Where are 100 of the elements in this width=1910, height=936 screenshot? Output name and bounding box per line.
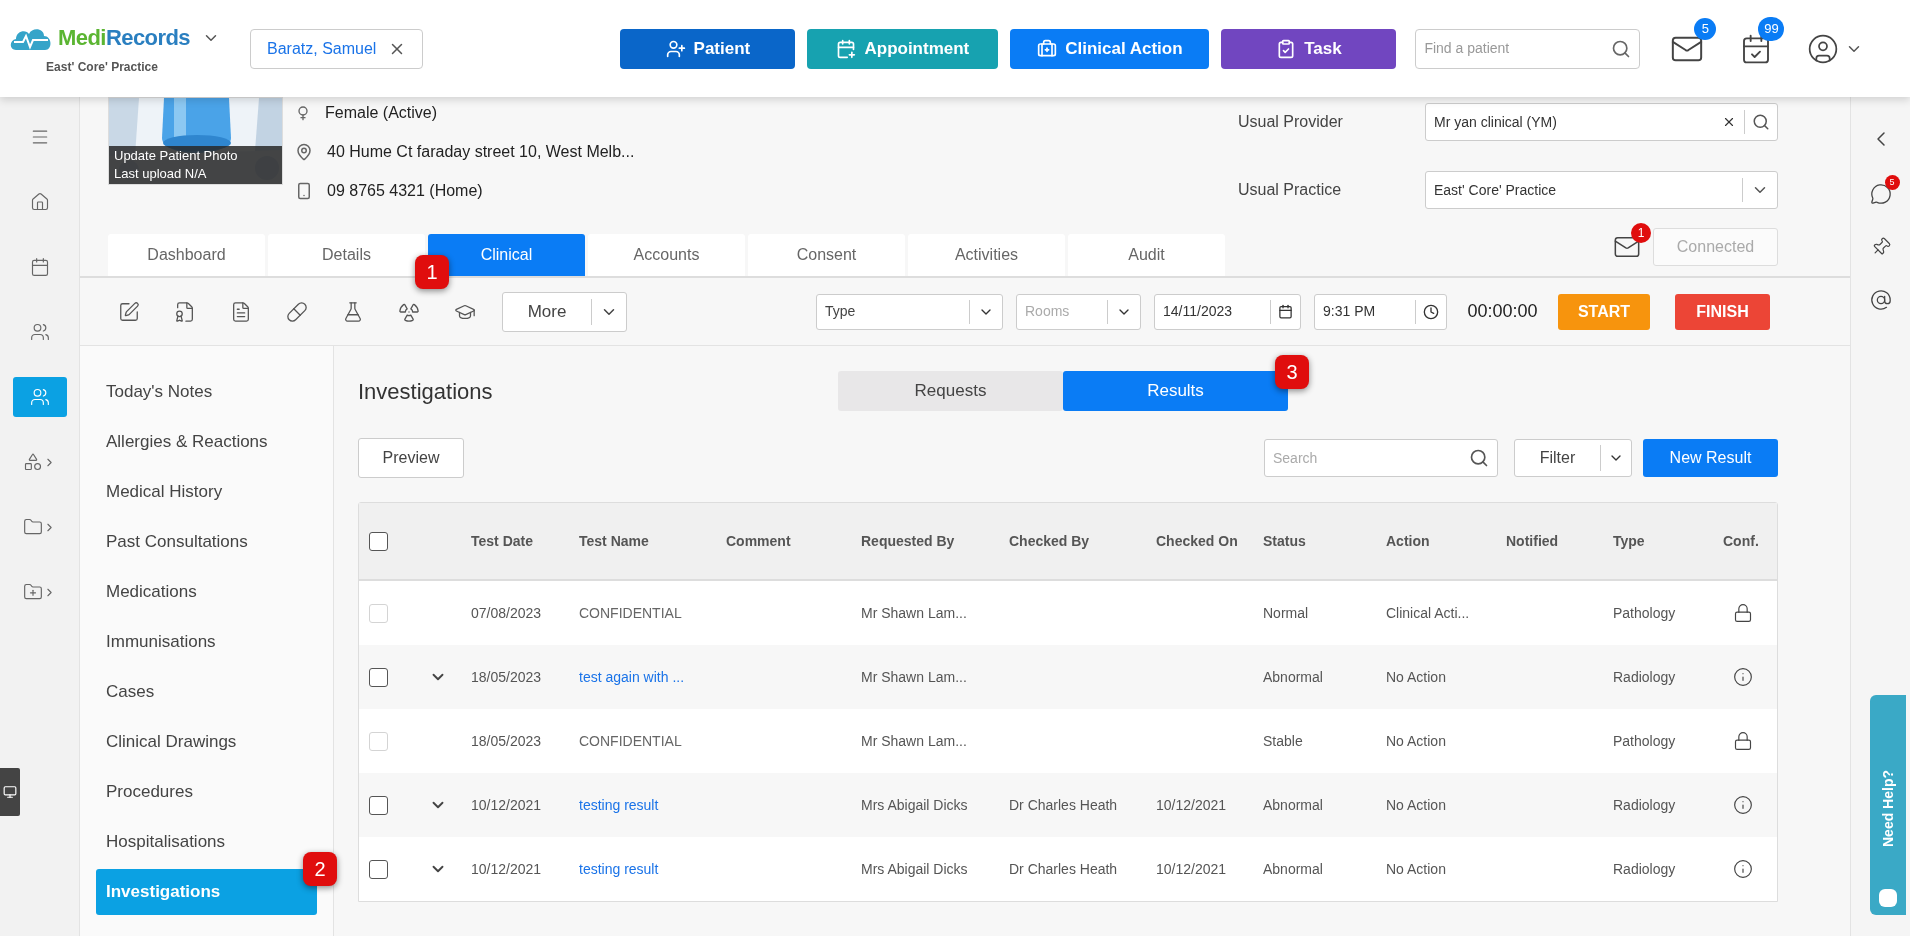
more-button[interactable]: More bbox=[502, 291, 627, 332]
filter-button[interactable]: Filter bbox=[1514, 439, 1632, 477]
field-label: Usual Provider bbox=[1238, 112, 1344, 132]
checkbox[interactable] bbox=[369, 531, 388, 551]
column-header[interactable]: Action bbox=[1386, 532, 1506, 550]
tab[interactable]: Activities bbox=[908, 234, 1065, 276]
tab[interactable]: Dashboard bbox=[108, 234, 265, 276]
tab[interactable]: Audit bbox=[1068, 234, 1225, 276]
edit-note-icon[interactable] bbox=[118, 300, 140, 323]
home-icon bbox=[29, 192, 50, 212]
table-cell-text: 10/12/2021 bbox=[471, 795, 543, 815]
clear-icon[interactable] bbox=[1722, 115, 1736, 129]
callout-badge: 3 bbox=[1275, 355, 1309, 389]
pill-icon[interactable] bbox=[286, 300, 308, 323]
segment-tab[interactable]: Requests bbox=[838, 371, 1063, 411]
column-header[interactable]: Conf. bbox=[1723, 532, 1779, 550]
rail-item[interactable] bbox=[12, 377, 67, 417]
sidebar-item[interactable]: Procedures bbox=[96, 769, 317, 815]
search-icon[interactable] bbox=[1752, 113, 1770, 131]
column-header[interactable]: Checked By bbox=[1009, 532, 1156, 550]
sidebar-item[interactable]: Medications bbox=[96, 569, 317, 615]
new-result-button[interactable]: New Result bbox=[1643, 439, 1778, 477]
table-row[interactable]: 10/12/2021 testing result Mrs Abigail Dicks Dr Charles Heath 10/12/2021 Abnormal No Action Radiology bbox=[359, 773, 1777, 837]
preview-button[interactable]: Preview bbox=[358, 438, 464, 478]
callout-badge: 2 bbox=[303, 852, 337, 886]
action-button[interactable]: Patient bbox=[620, 28, 796, 69]
search-input[interactable]: Find a patient bbox=[1424, 38, 1612, 59]
folder-plus-icon bbox=[23, 582, 43, 602]
patient-name[interactable]: Baratz, Samuel bbox=[267, 36, 377, 61]
column-header[interactable]: Notified bbox=[1506, 532, 1613, 550]
type-select[interactable]: Type bbox=[816, 293, 1003, 330]
calendar-icon[interactable] bbox=[1278, 304, 1293, 319]
sidebar-item[interactable]: Clinical Drawings bbox=[96, 719, 317, 765]
certificate-icon[interactable] bbox=[174, 300, 196, 323]
rooms-placeholder: Rooms bbox=[1025, 302, 1071, 321]
column-header[interactable]: Comment bbox=[726, 532, 861, 550]
side-tab[interactable] bbox=[0, 768, 20, 816]
user-avatar-icon[interactable] bbox=[1807, 32, 1840, 65]
finish-button[interactable]: FINISH bbox=[1675, 293, 1770, 330]
photo-caption[interactable]: Update Patient Photo Last upload N/A bbox=[109, 146, 282, 184]
info-icon[interactable] bbox=[1733, 795, 1753, 815]
patient-chip[interactable]: Baratz, Samuel bbox=[250, 28, 424, 69]
sidebar-item[interactable]: Medical History bbox=[96, 469, 317, 515]
table-cell-text: Radiology bbox=[1613, 667, 1677, 687]
column-header[interactable]: Checked On bbox=[1156, 532, 1263, 550]
sidebar-item[interactable]: Immunisations bbox=[96, 619, 317, 665]
user-plus-icon bbox=[665, 38, 686, 59]
action-button[interactable]: Clinical Action bbox=[1010, 28, 1210, 69]
info-icon[interactable] bbox=[1733, 859, 1753, 879]
filter-label[interactable]: Filter bbox=[1515, 446, 1600, 470]
phone-icon bbox=[295, 182, 313, 200]
search-icon[interactable] bbox=[1469, 448, 1489, 468]
field-label: Usual Practice bbox=[1238, 180, 1343, 200]
clipboard-icon bbox=[1276, 38, 1297, 59]
table-cell: Dr Charles Heath bbox=[1009, 796, 1118, 813]
column-header[interactable]: Status bbox=[1263, 532, 1386, 550]
practice-select[interactable]: East' Core' Practice bbox=[1425, 171, 1778, 209]
tab[interactable]: Accounts bbox=[588, 234, 745, 276]
clock-icon[interactable] bbox=[1423, 303, 1439, 320]
table-cell-text: No Action bbox=[1386, 795, 1447, 815]
search-field[interactable]: Find a patient bbox=[1415, 28, 1641, 69]
sidebar-item[interactable]: Today's Notes bbox=[96, 369, 317, 415]
table-cell-text: CONFIDENTIAL bbox=[579, 731, 683, 751]
segment-tab[interactable]: Results bbox=[1063, 371, 1288, 411]
calendar-icon bbox=[29, 257, 50, 277]
flask-icon[interactable] bbox=[342, 300, 364, 323]
sidebar-item[interactable]: Cases bbox=[96, 669, 317, 715]
checkbox[interactable] bbox=[369, 859, 388, 879]
time-field[interactable]: 9:31 PM bbox=[1314, 293, 1447, 330]
document-icon[interactable] bbox=[230, 300, 252, 323]
table-row[interactable]: 18/05/2023 test again with ... Mr Shawn Lam... Abnormal No Action Radiology bbox=[359, 645, 1777, 709]
table-cell-text: CONFIDENTIAL bbox=[579, 603, 683, 623]
time-value: 9:31 PM bbox=[1323, 302, 1377, 321]
sidebar-item[interactable]: Allergies & Reactions bbox=[96, 419, 317, 465]
sidebar-item[interactable]: Past Consultations bbox=[96, 519, 317, 565]
action-button[interactable]: Task bbox=[1221, 28, 1397, 69]
more-label[interactable]: More bbox=[503, 298, 591, 325]
checkbox[interactable] bbox=[369, 795, 388, 815]
test-name-link[interactable]: testing result bbox=[579, 794, 726, 816]
table-cell-text: 07/08/2023 bbox=[471, 603, 543, 623]
table-cell-text: Abnormal bbox=[1263, 667, 1324, 687]
column-header[interactable]: Test Name bbox=[579, 532, 726, 550]
tab[interactable]: Details bbox=[268, 234, 425, 276]
callout-badge: 1 bbox=[415, 255, 449, 289]
test-name-link[interactable]: testing result bbox=[579, 858, 726, 880]
info-icon[interactable] bbox=[1733, 667, 1753, 687]
logo-text[interactable]: MediRecords bbox=[57, 21, 191, 54]
tab[interactable]: Consent bbox=[748, 234, 905, 276]
search-icon[interactable] bbox=[1611, 38, 1632, 59]
provider-field[interactable]: Mr yan clinical (YM) bbox=[1425, 103, 1778, 141]
checkbox[interactable] bbox=[369, 667, 388, 687]
date-field[interactable]: 14/11/2023 bbox=[1154, 293, 1301, 330]
search-field[interactable]: Search bbox=[1264, 439, 1498, 477]
column-header[interactable]: Type bbox=[1613, 532, 1723, 550]
column-header[interactable]: Test Date bbox=[471, 532, 579, 550]
search-input[interactable]: Search bbox=[1273, 447, 1469, 469]
chat-icon[interactable] bbox=[1869, 183, 1892, 205]
at-sign-icon[interactable] bbox=[1869, 289, 1892, 311]
column-header[interactable]: Requested By bbox=[861, 532, 1009, 550]
test-name-link[interactable]: test again with ... bbox=[579, 666, 726, 688]
